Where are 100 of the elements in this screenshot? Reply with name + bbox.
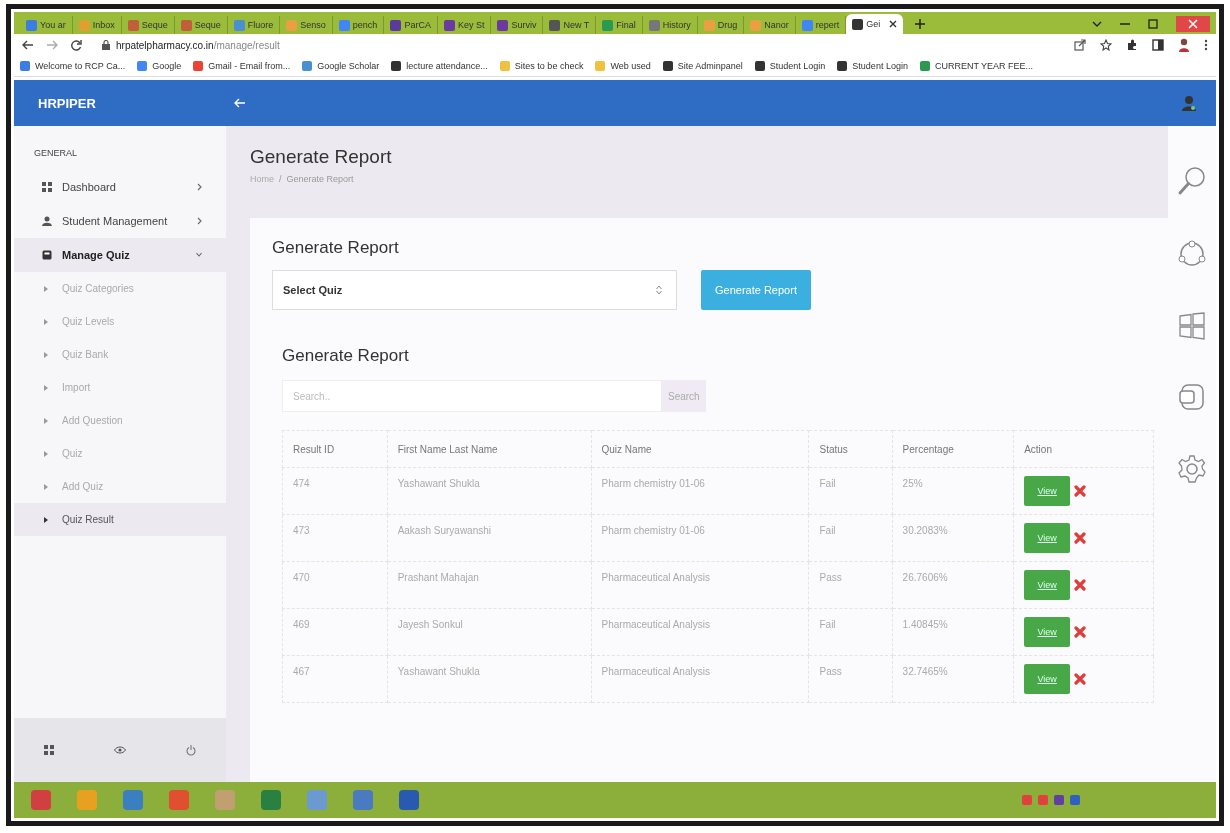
tab-title: Nanor <box>764 20 789 30</box>
eye-icon[interactable] <box>114 746 126 754</box>
delete-icon[interactable] <box>1074 485 1087 497</box>
table-cell: Yashawant Shukla <box>387 655 591 703</box>
tab-title: Seque <box>194 20 221 30</box>
power-icon[interactable] <box>186 744 196 756</box>
bookmark-label: Google <box>152 61 182 71</box>
search-icon[interactable] <box>1177 166 1207 196</box>
share-icon[interactable] <box>1074 39 1086 51</box>
bookmark[interactable]: Site Adminpanel <box>662 61 743 71</box>
address-field[interactable]: hrpatelpharmacy.co.in/manage/result <box>94 36 1062 54</box>
square-icon <box>499 61 510 71</box>
bookmark[interactable]: Student Login <box>837 61 908 71</box>
square-icon <box>127 19 139 31</box>
breadcrumb-current: Generate Report <box>286 174 354 184</box>
tab-title: pench <box>352 20 378 30</box>
tab-title: Drug <box>717 20 738 30</box>
bookmark[interactable]: lecture attendance... <box>391 61 488 71</box>
table-cell: 474 <box>282 467 388 515</box>
bookmark[interactable]: Gmail - Email from... <box>193 61 291 71</box>
profile-avatar-icon[interactable] <box>1178 38 1190 52</box>
table-cell: Pass <box>808 561 893 609</box>
tab-title: ParCA <box>404 20 431 30</box>
bookmark-label: Web used <box>610 61 651 71</box>
delete-icon[interactable] <box>1074 579 1087 591</box>
sidebar-item[interactable]: Student Management <box>14 204 226 238</box>
more-icon[interactable] <box>1204 39 1208 51</box>
table-cell: Prashant Mahajan <box>387 561 591 609</box>
table-cell: Pharmaceutical Analysis <box>591 655 809 703</box>
square-icon <box>137 61 148 71</box>
table-cell: Pharmaceutical Analysis <box>591 561 809 609</box>
square-icon <box>338 19 350 31</box>
column-header: Result ID <box>282 430 388 468</box>
caret-right-icon <box>44 285 48 292</box>
submenu-item[interactable]: Quiz Result <box>14 503 226 536</box>
user-avatar-icon[interactable] <box>1182 95 1196 111</box>
delete-icon[interactable] <box>1074 673 1087 685</box>
maximize-icon[interactable] <box>1148 19 1158 29</box>
square-icon <box>302 61 313 71</box>
square-icon <box>78 19 90 31</box>
windows-logo-icon[interactable] <box>1178 312 1206 340</box>
table-cell: 30.2083% <box>892 514 1014 562</box>
tab-title: You ar <box>40 20 66 30</box>
sidebar-item[interactable]: Manage Quiz <box>14 238 226 272</box>
quiz-select[interactable]: Select Quiz <box>272 270 677 310</box>
bookmark-label: Sites to be check <box>514 61 584 71</box>
section-title: Generate Report <box>272 238 400 258</box>
chevron-down-icon[interactable] <box>1092 21 1102 27</box>
caret-right-icon <box>44 450 48 457</box>
sidebar-item[interactable]: Dashboard <box>14 170 226 204</box>
square-icon <box>391 61 402 71</box>
section-title: Generate Report <box>282 346 410 366</box>
grid-icon[interactable] <box>44 745 54 755</box>
square-icon <box>497 19 509 31</box>
square-icon <box>602 19 614 31</box>
bookmark-label: lecture attendance... <box>406 61 488 71</box>
delete-icon[interactable] <box>1074 626 1087 638</box>
tab-title: Fluore <box>247 20 274 30</box>
plus-icon[interactable] <box>915 19 926 29</box>
page-title: Generate Report <box>250 146 393 168</box>
tab-title: Key St <box>457 20 485 30</box>
tab-title: Final <box>616 20 636 30</box>
table-cell: Fail <box>808 514 893 562</box>
delete-icon[interactable] <box>1074 532 1087 544</box>
table-cell: Fail <box>808 608 893 656</box>
puzzle-icon[interactable] <box>1126 39 1138 51</box>
table-cell: 467 <box>282 655 388 703</box>
column-header: Action <box>1013 430 1154 468</box>
table-cell: Aakash Suryawanshi <box>387 514 591 562</box>
share-icon[interactable] <box>1177 239 1207 269</box>
square-icon <box>754 61 765 71</box>
back-arrow-icon[interactable] <box>22 40 34 50</box>
reload-icon[interactable] <box>70 39 82 51</box>
bookmark[interactable]: Web used <box>595 61 651 71</box>
square-icon <box>26 19 37 31</box>
side-panel-icon[interactable] <box>1152 39 1164 51</box>
bookmark[interactable]: Student Login <box>754 61 826 71</box>
table-cell: Pharm chemistry 01-06 <box>591 467 809 515</box>
column-header: Percentage <box>892 430 1014 468</box>
devices-icon[interactable] <box>1179 383 1205 411</box>
table-cell: 469 <box>282 608 388 656</box>
tab-title: Seque <box>141 20 168 30</box>
square-icon <box>549 19 561 31</box>
tab-title: New T <box>563 20 590 30</box>
caret-right-icon <box>44 483 48 490</box>
bookmark[interactable]: Google <box>137 61 182 71</box>
star-icon[interactable] <box>1100 39 1112 51</box>
square-icon <box>286 19 298 31</box>
table-cell: Pharm chemistry 01-06 <box>591 514 809 562</box>
bookmark[interactable]: Google Scholar <box>302 61 380 71</box>
sort-arrows-icon <box>656 285 662 295</box>
settings-icon[interactable] <box>1177 454 1207 484</box>
browser-tab[interactable]: Gei <box>846 14 904 34</box>
column-header: First Name Last Name <box>387 430 591 468</box>
search-field[interactable]: Search.. <box>282 380 662 412</box>
forward-arrow-icon[interactable] <box>46 40 58 50</box>
bookmark[interactable]: Sites to be check <box>499 61 584 71</box>
close-icon[interactable] <box>889 20 898 28</box>
chevron-right-icon <box>196 217 202 225</box>
grid-icon <box>42 182 52 192</box>
